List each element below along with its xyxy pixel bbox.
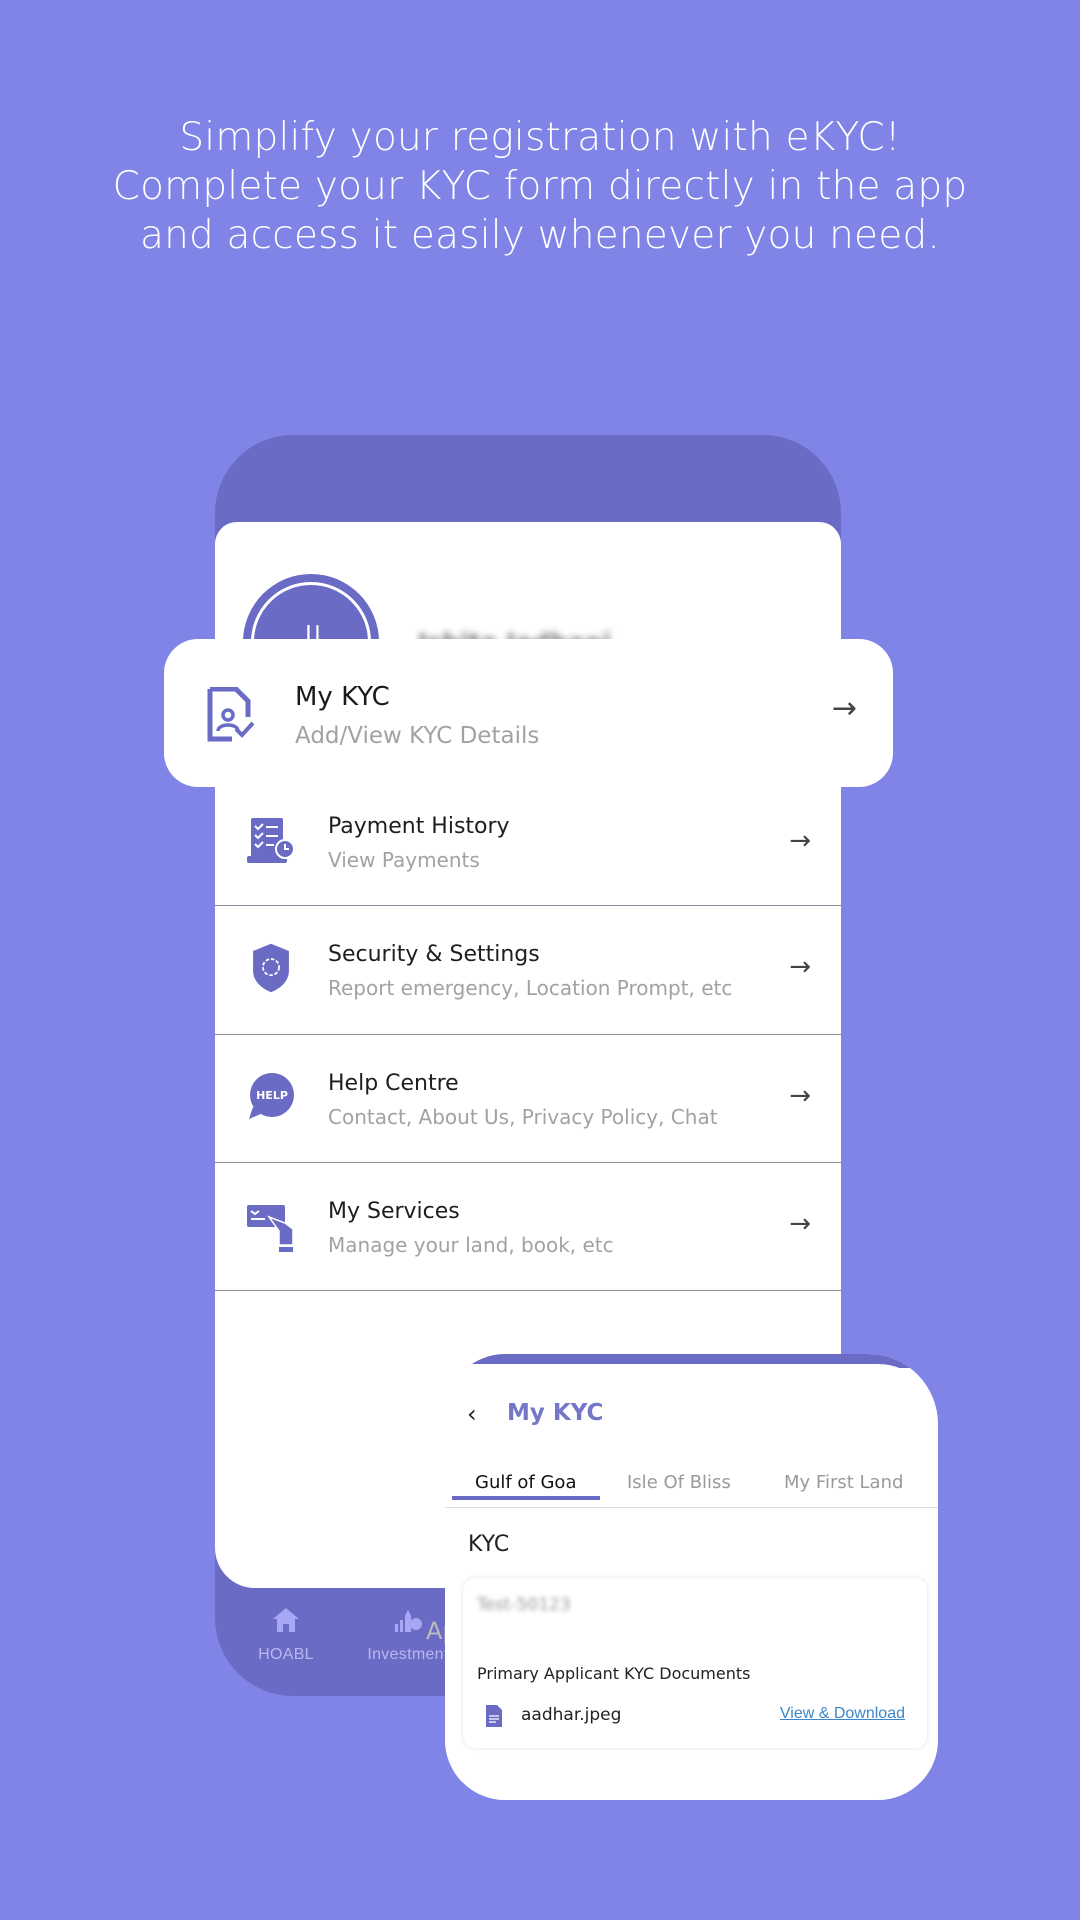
services-icon: [247, 1205, 294, 1252]
menu-item-title: My Services: [328, 1199, 460, 1224]
kyc-screen-body: ‹ My KYC Gulf of Goa Isle Of Bliss My Fi…: [445, 1364, 938, 1800]
security-shield-icon: [253, 943, 289, 993]
view-download-link[interactable]: View & Download: [780, 1705, 905, 1723]
tab-isle-of-bliss[interactable]: Isle Of Bliss: [627, 1472, 731, 1493]
booking-id: Test-50123: [477, 1595, 571, 1615]
menu-item-subtitle: Contact, About Us, Privacy Policy, Chat: [328, 1105, 718, 1129]
arrow-right-icon: →: [831, 691, 857, 726]
nav-item-investment[interactable]: Investment: [357, 1606, 459, 1664]
menu-item-title: Help Centre: [328, 1071, 459, 1096]
arrow-right-icon: →: [789, 826, 811, 856]
back-chevron-icon[interactable]: ‹: [467, 1400, 477, 1428]
menu-item-title: Payment History: [328, 814, 510, 839]
payment-history-icon: [247, 818, 295, 863]
menu-item-help-centre[interactable]: HELP Help Centre Contact, About Us, Priv…: [215, 1035, 841, 1163]
menu-item-security-settings[interactable]: Security & Settings Report emergency, Lo…: [215, 906, 841, 1035]
kyc-document-icon: [207, 687, 255, 742]
promo-headline: Simplify your registration with eKYC! Co…: [0, 113, 1080, 260]
kyc-document-card: Test-50123 Primary Applicant KYC Documen…: [463, 1578, 927, 1748]
menu-item-title: Security & Settings: [328, 942, 540, 967]
kyc-section-heading: KYC: [468, 1532, 510, 1557]
tab-gulf-of-goa[interactable]: Gulf of Goa: [475, 1472, 576, 1493]
menu-item-payment-history[interactable]: Payment History View Payments →: [215, 784, 841, 906]
document-row: aadhar.jpeg View & Download: [485, 1702, 915, 1732]
headline-line-2: Complete your KYC form directly in the a…: [112, 164, 968, 209]
kyc-screen-title: My KYC: [507, 1400, 604, 1426]
my-kyc-title: My KYC: [295, 682, 390, 712]
menu-item-subtitle: View Payments: [328, 848, 480, 872]
arrow-right-icon: →: [789, 1209, 811, 1239]
my-kyc-subtitle: Add/View KYC Details: [295, 723, 540, 749]
menu-item-subtitle: Manage your land, book, etc: [328, 1233, 614, 1257]
arrow-right-icon: →: [789, 1081, 811, 1111]
headline-line-1: Simplify your registration with eKYC!: [179, 115, 901, 160]
headline-line-3: and access it easily whenever you need.: [139, 213, 940, 258]
tab-my-first-land[interactable]: My First Land: [784, 1472, 903, 1493]
documents-section-label: Primary Applicant KYC Documents: [477, 1664, 751, 1683]
nav-item-hoabl[interactable]: HOABL: [235, 1606, 337, 1664]
phone-kyc-screen: ‹ My KYC Gulf of Goa Isle Of Bliss My Fi…: [445, 1354, 938, 1800]
nav-label: Investment: [367, 1646, 449, 1663]
home-icon: [273, 1608, 299, 1632]
arrow-right-icon: →: [789, 952, 811, 982]
investment-icon: [395, 1610, 422, 1632]
file-icon: [486, 1705, 502, 1727]
help-bubble-icon: HELP: [249, 1073, 294, 1119]
active-tab-indicator: [452, 1496, 600, 1500]
svg-text:HELP: HELP: [256, 1089, 288, 1102]
nav-label: HOABL: [258, 1646, 314, 1663]
document-file-name: aadhar.jpeg: [521, 1705, 622, 1725]
my-kyc-card[interactable]: My KYC Add/View KYC Details →: [164, 639, 893, 787]
menu-item-subtitle: Report emergency, Location Prompt, etc: [328, 976, 733, 1000]
project-tabs: Gulf of Goa Isle Of Bliss My First Land: [445, 1470, 938, 1508]
menu-item-my-services[interactable]: My Services Manage your land, book, etc …: [215, 1163, 841, 1291]
